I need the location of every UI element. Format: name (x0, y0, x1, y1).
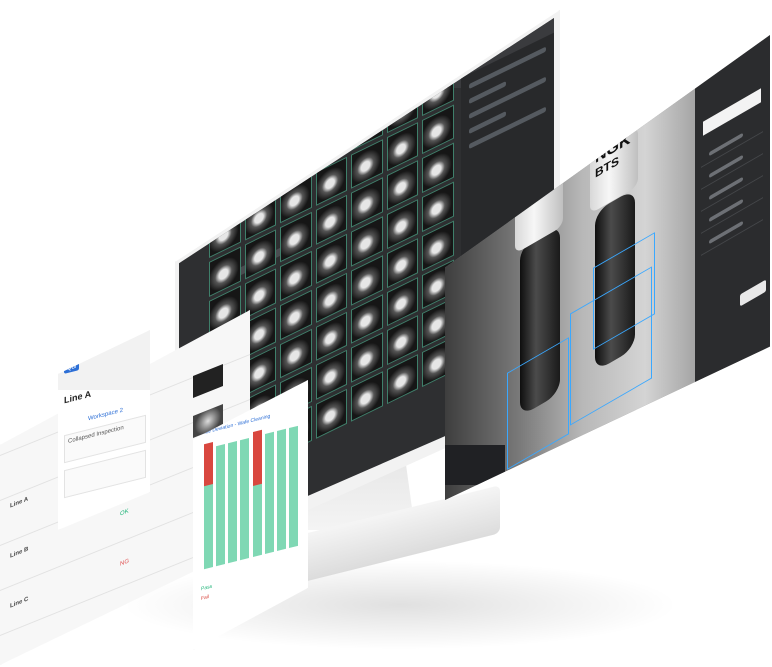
chart-bar (264, 431, 274, 555)
image-thumbnail[interactable] (209, 169, 241, 220)
image-thumbnail[interactable] (351, 61, 383, 112)
table-row-name[interactable]: Line B (10, 546, 28, 559)
chart-bar (240, 437, 250, 561)
image-thumbnail[interactable] (386, 43, 419, 95)
image-thumbnail[interactable] (244, 113, 277, 164)
bar-chart (201, 415, 301, 570)
legend-fail: Fail (201, 593, 210, 603)
chart-bar-fail (252, 429, 262, 487)
mobile-header (58, 330, 150, 390)
mobile-title: Line A (64, 388, 92, 406)
chart-bar (288, 425, 298, 549)
mobile-link[interactable]: Workspace 2 (88, 408, 123, 423)
image-thumbnail[interactable] (244, 152, 277, 203)
table-thumbnail[interactable] (193, 363, 223, 399)
image-thumbnail[interactable] (280, 95, 312, 147)
chart-bar (228, 440, 238, 564)
chart-bar-fail (204, 441, 214, 487)
table-row-status: OK (120, 508, 129, 518)
legend-pass: Pass (201, 583, 213, 593)
table-row-name[interactable]: Line C (10, 596, 28, 609)
image-thumbnail[interactable] (315, 78, 348, 129)
image-thumbnail[interactable] (209, 130, 241, 181)
chart-bar (276, 428, 286, 552)
chart-bar (216, 443, 226, 567)
image-thumbnail[interactable] (422, 26, 454, 77)
table-row-name[interactable]: Line A (10, 496, 28, 509)
table-row-status: NG (120, 558, 129, 568)
